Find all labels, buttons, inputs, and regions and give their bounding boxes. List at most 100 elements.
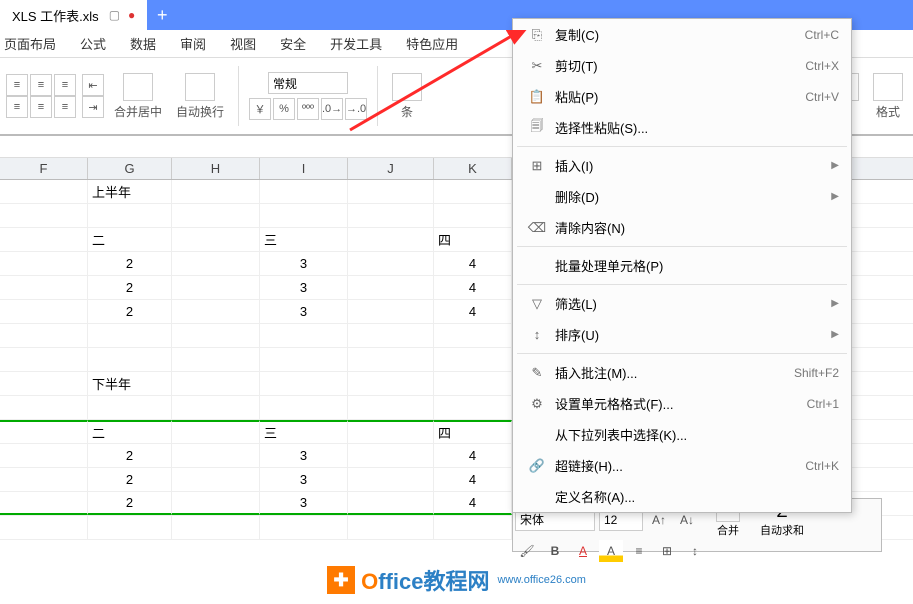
cell[interactable]: 三: [260, 420, 348, 443]
cell[interactable]: [434, 516, 512, 539]
cell[interactable]: 2: [88, 252, 172, 275]
cell[interactable]: [260, 204, 348, 227]
cell[interactable]: [88, 396, 172, 419]
col-header[interactable]: J: [348, 158, 434, 179]
cell[interactable]: [0, 252, 88, 275]
menu-item[interactable]: 🔗超链接(H)...Ctrl+K: [513, 450, 851, 481]
cell[interactable]: [434, 372, 512, 395]
ribbon-tab[interactable]: 安全: [280, 34, 306, 53]
fill-color-icon[interactable]: A: [599, 540, 623, 562]
format-button[interactable]: 格式: [869, 71, 907, 122]
cell[interactable]: [348, 180, 434, 203]
cell[interactable]: 三: [260, 228, 348, 251]
cell[interactable]: [172, 372, 260, 395]
tab-close-icon[interactable]: ●: [128, 8, 135, 22]
align-icon[interactable]: ≡: [627, 540, 651, 562]
cell[interactable]: [348, 348, 434, 371]
cell[interactable]: [348, 396, 434, 419]
cell[interactable]: 3: [260, 444, 348, 467]
cell[interactable]: [0, 468, 88, 491]
cell[interactable]: 3: [260, 276, 348, 299]
cell[interactable]: [0, 204, 88, 227]
ribbon-tab[interactable]: 数据: [130, 34, 156, 53]
col-header[interactable]: K: [434, 158, 512, 179]
cell[interactable]: [172, 252, 260, 275]
merge-center-button[interactable]: 合并居中: [110, 71, 166, 122]
cell[interactable]: [172, 228, 260, 251]
inc-decimal-icon[interactable]: .0→: [321, 98, 343, 120]
cell[interactable]: 3: [260, 492, 348, 515]
currency-icon[interactable]: ￥: [249, 98, 271, 120]
bold-icon[interactable]: B: [543, 540, 567, 562]
font-color-icon[interactable]: A: [571, 540, 595, 562]
align-right-icon[interactable]: ≡: [54, 74, 76, 96]
menu-item[interactable]: ↕排序(U)▶: [513, 319, 851, 350]
menu-item[interactable]: 从下拉列表中选择(K)...: [513, 419, 851, 450]
format-painter-icon[interactable]: 🖌: [515, 540, 539, 562]
col-header[interactable]: F: [0, 158, 88, 179]
ribbon-tab[interactable]: 审阅: [180, 34, 206, 53]
indent-inc-icon[interactable]: ⇥: [82, 96, 104, 118]
cell[interactable]: [88, 348, 172, 371]
cell[interactable]: [260, 516, 348, 539]
cell[interactable]: [348, 300, 434, 323]
cell[interactable]: 2: [88, 468, 172, 491]
cell[interactable]: [434, 204, 512, 227]
cell[interactable]: [172, 276, 260, 299]
align-bot-icon[interactable]: ≡: [54, 96, 76, 118]
cell[interactable]: 2: [88, 300, 172, 323]
cell[interactable]: [0, 396, 88, 419]
cell[interactable]: [348, 444, 434, 467]
comma-icon[interactable]: ººº: [297, 98, 319, 120]
cell[interactable]: [434, 324, 512, 347]
align-left-icon[interactable]: ≡: [6, 74, 28, 96]
cell[interactable]: [260, 396, 348, 419]
cell[interactable]: 2: [88, 276, 172, 299]
cell[interactable]: 二: [88, 420, 172, 443]
cell[interactable]: [172, 324, 260, 347]
ribbon-tab[interactable]: 页面布局: [4, 34, 56, 53]
cell[interactable]: [172, 348, 260, 371]
cell[interactable]: [260, 348, 348, 371]
cell[interactable]: [172, 444, 260, 467]
menu-item[interactable]: ✂剪切(T)Ctrl+X: [513, 50, 851, 81]
cell[interactable]: [172, 492, 260, 515]
cell[interactable]: 4: [434, 300, 512, 323]
cell[interactable]: [0, 276, 88, 299]
cell[interactable]: 3: [260, 252, 348, 275]
cell[interactable]: [172, 180, 260, 203]
cell[interactable]: [0, 300, 88, 323]
col-header[interactable]: H: [172, 158, 260, 179]
cell[interactable]: [348, 324, 434, 347]
col-header[interactable]: I: [260, 158, 348, 179]
cell[interactable]: 四: [434, 420, 512, 443]
ribbon-tab[interactable]: 视图: [230, 34, 256, 53]
new-tab-button[interactable]: +: [147, 0, 177, 30]
cell[interactable]: [172, 420, 260, 443]
ribbon-tab[interactable]: 开发工具: [330, 34, 382, 53]
cell[interactable]: [88, 204, 172, 227]
cell[interactable]: [434, 396, 512, 419]
cell[interactable]: [348, 420, 434, 443]
cell[interactable]: 2: [88, 492, 172, 515]
cell[interactable]: [0, 444, 88, 467]
align-mid-icon[interactable]: ≡: [30, 96, 52, 118]
wrap-text-button[interactable]: 自动换行: [172, 71, 228, 122]
cell[interactable]: 4: [434, 444, 512, 467]
cell[interactable]: 4: [434, 492, 512, 515]
cell[interactable]: [88, 516, 172, 539]
row-height-icon[interactable]: ↕: [683, 540, 707, 562]
ribbon-tab[interactable]: 公式: [80, 34, 106, 53]
cell[interactable]: [0, 180, 88, 203]
cell[interactable]: [434, 180, 512, 203]
menu-item[interactable]: ⌫清除内容(N): [513, 212, 851, 243]
cell[interactable]: [260, 324, 348, 347]
menu-item[interactable]: 删除(D)▶: [513, 181, 851, 212]
cell[interactable]: 4: [434, 276, 512, 299]
cell[interactable]: [260, 180, 348, 203]
number-format-select[interactable]: [268, 72, 348, 94]
ribbon-tab[interactable]: 特色应用: [406, 34, 458, 53]
cell[interactable]: 4: [434, 252, 512, 275]
cell[interactable]: 3: [260, 300, 348, 323]
dec-decimal-icon[interactable]: →.0: [345, 98, 367, 120]
